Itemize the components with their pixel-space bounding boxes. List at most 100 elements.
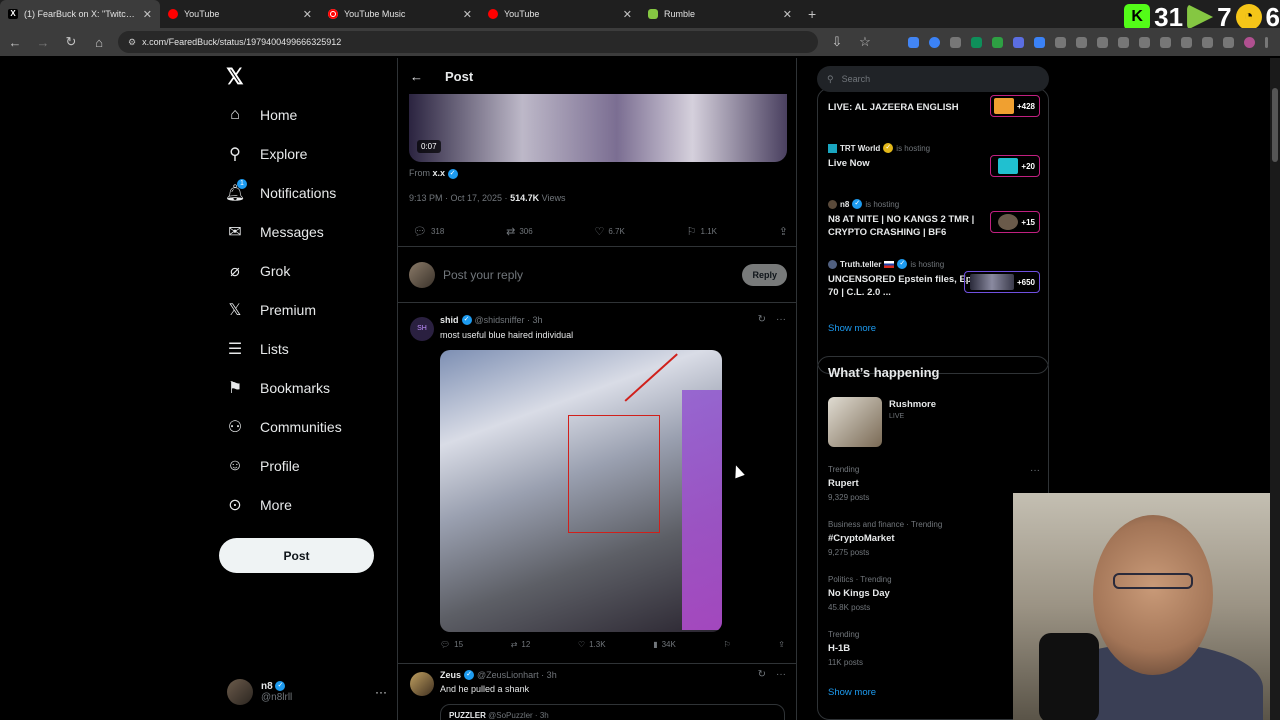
browser-tab-rumble[interactable]: Rumble ✕ bbox=[640, 0, 800, 28]
extension-icon[interactable] bbox=[1013, 36, 1024, 48]
from-name[interactable]: x.x bbox=[433, 168, 446, 178]
live-item[interactable]: n8 ✓ is hosting N8 AT NITE | NO KANGS 2 TM… bbox=[828, 199, 1040, 239]
scrollbar-thumb[interactable] bbox=[1272, 88, 1278, 162]
trend-item[interactable]: Business and finance · Trending #CryptoM… bbox=[828, 520, 1040, 557]
live-item[interactable]: TRT World ✓ is hosting Live Now +20 bbox=[828, 143, 1040, 177]
more-vert-icon[interactable] bbox=[1265, 36, 1268, 48]
post-button[interactable]: Post bbox=[219, 538, 374, 573]
live-item[interactable]: Truth.teller ✓ is hosting UNCENSORED Epste… bbox=[828, 259, 1040, 299]
nav-item-explore[interactable]: ⚲ Explore bbox=[226, 145, 307, 163]
extension-icon[interactable] bbox=[1076, 36, 1087, 48]
video-thumbnail[interactable]: 0:07 bbox=[409, 94, 787, 162]
back-icon[interactable]: ← bbox=[6, 35, 24, 50]
puzzle-icon[interactable] bbox=[1097, 36, 1108, 48]
nav-item-bookmarks[interactable]: ⚑ Bookmarks bbox=[226, 379, 330, 397]
author-handle[interactable]: @ZeusLionhart · 3h bbox=[477, 670, 557, 680]
like-action[interactable]: ♡ 1.3K bbox=[578, 640, 606, 649]
extension-icon[interactable] bbox=[1202, 36, 1213, 48]
close-icon[interactable]: ✕ bbox=[463, 8, 472, 21]
x-logo-icon[interactable]: 𝕏 bbox=[226, 64, 244, 90]
code-icon[interactable] bbox=[1160, 36, 1171, 48]
page-scrollbar[interactable] bbox=[1270, 58, 1280, 720]
share-action[interactable]: ⇪ bbox=[778, 640, 785, 649]
quoted-tweet[interactable]: PUZZLER @SoPuzzler · 3h bbox=[440, 704, 785, 720]
nav-item-lists[interactable]: ☰ Lists bbox=[226, 340, 289, 358]
back-arrow-icon[interactable]: ← bbox=[410, 69, 423, 84]
browser-tab-youtube-music[interactable]: YouTube Music ✕ bbox=[320, 0, 480, 28]
avatar[interactable] bbox=[410, 672, 434, 696]
show-more-link[interactable]: Show more bbox=[828, 687, 876, 698]
nav-item-messages[interactable]: ✉ Messages bbox=[226, 223, 324, 241]
grok-icon[interactable]: ↻ bbox=[758, 314, 766, 325]
extension-icon[interactable] bbox=[1034, 36, 1045, 48]
bookmark-action[interactable]: ⚐ 1.1K bbox=[687, 225, 717, 238]
nav-item-more[interactable]: ⊙ More bbox=[226, 496, 292, 514]
reply-tweet[interactable]: Zeus ✓ @ZeusLionhart · 3h ↻ ··· And he p… bbox=[398, 664, 796, 720]
browser-tab-youtube[interactable]: YouTube ✕ bbox=[160, 0, 320, 28]
nav-item-notifications[interactable]: 🔔︎ 1 Notifications bbox=[225, 179, 336, 202]
views-action[interactable]: ▮ 34K bbox=[653, 640, 676, 649]
author-name[interactable]: Zeus bbox=[440, 670, 461, 680]
more-horizontal-icon[interactable]: ··· bbox=[776, 314, 786, 325]
close-icon[interactable]: ✕ bbox=[303, 8, 312, 21]
close-icon[interactable]: ✕ bbox=[783, 8, 792, 21]
reply-button[interactable]: Reply bbox=[742, 263, 787, 286]
reload-icon[interactable]: ↻ bbox=[62, 34, 80, 50]
trend-item[interactable]: Trending H-1B 11K posts bbox=[828, 630, 1040, 667]
search-box[interactable]: ⚲ Search bbox=[817, 66, 1049, 92]
bookmark-action[interactable]: ⚐ bbox=[723, 640, 730, 649]
author-name[interactable]: shid bbox=[440, 315, 459, 325]
share-action[interactable]: ⇪ bbox=[779, 225, 788, 238]
nav-item-premium[interactable]: 𝕏 Premium bbox=[226, 301, 316, 319]
extension-icon[interactable] bbox=[1139, 36, 1150, 48]
extension-icon[interactable] bbox=[1055, 36, 1066, 48]
grok-icon[interactable]: ↻ bbox=[758, 669, 766, 680]
more-horizontal-icon[interactable]: ··· bbox=[776, 669, 786, 680]
live-item[interactable]: LIVE: AL JAZEERA ENGLISH +428 bbox=[828, 95, 1040, 117]
post-time[interactable]: 9:13 PM · Oct 17, 2025 · bbox=[409, 193, 508, 203]
tweet-image[interactable] bbox=[440, 350, 722, 632]
nav-item-communities[interactable]: ⚇ Communities bbox=[226, 418, 342, 436]
avatar[interactable]: SH bbox=[410, 317, 434, 341]
site-info-icon[interactable]: ⚙ bbox=[128, 37, 136, 48]
history-icon[interactable] bbox=[1118, 36, 1129, 48]
extension-icon[interactable] bbox=[950, 36, 961, 48]
browser-tab-x[interactable]: X (1) FearBuck on X: "Twitch strea ✕ bbox=[0, 0, 160, 28]
featured-image[interactable] bbox=[828, 397, 882, 447]
trend-item[interactable]: Politics · Trending No Kings Day 45.8K p… bbox=[828, 575, 1040, 612]
featured-name[interactable]: Rushmore bbox=[889, 399, 936, 410]
extension-icon[interactable] bbox=[992, 36, 1003, 48]
new-tab-button[interactable]: + bbox=[800, 6, 824, 22]
more-horizontal-icon[interactable]: ··· bbox=[1030, 465, 1040, 476]
nav-item-grok[interactable]: ⌀ Grok bbox=[226, 262, 290, 280]
reply-input[interactable]: Post your reply bbox=[443, 268, 734, 282]
trend-item[interactable]: Trending Rupert 9,329 posts ··· bbox=[828, 465, 1040, 502]
menu-icon[interactable] bbox=[1223, 36, 1234, 48]
close-icon[interactable]: ✕ bbox=[623, 8, 632, 21]
nav-item-home[interactable]: ⌂ Home bbox=[226, 106, 297, 124]
extension-icon[interactable] bbox=[908, 36, 919, 48]
extension-icon[interactable] bbox=[929, 36, 940, 48]
search-input[interactable]: Search bbox=[842, 74, 871, 84]
install-icon[interactable]: ⇩ bbox=[828, 34, 846, 50]
like-action[interactable]: ♡ 6.7K bbox=[595, 225, 625, 238]
reply-tweet[interactable]: SH shid ✓ @shidsniffer · 3h ↻ ··· most u… bbox=[398, 303, 796, 664]
account-switcher[interactable]: n8 ✓ @n8lrll ··· bbox=[227, 674, 387, 710]
show-more-link[interactable]: Show more bbox=[828, 323, 876, 334]
browser-tab-youtube-2[interactable]: YouTube ✕ bbox=[480, 0, 640, 28]
reply-action[interactable]: 💬︎ 15 bbox=[440, 640, 463, 649]
reply-action[interactable]: 💬︎ 318 bbox=[413, 225, 444, 238]
extension-icon[interactable] bbox=[1181, 36, 1192, 48]
profile-avatar-icon[interactable] bbox=[1244, 36, 1255, 48]
nav-item-profile[interactable]: ☺ Profile bbox=[226, 457, 300, 475]
close-icon[interactable]: ✕ bbox=[143, 8, 152, 21]
extension-icon[interactable] bbox=[971, 36, 982, 48]
repost-action[interactable]: ⇄ 306 bbox=[506, 225, 533, 238]
url-field[interactable]: ⚙ x.com/FearedBuck/status/19794004996663… bbox=[118, 31, 818, 53]
forward-icon[interactable]: → bbox=[34, 35, 52, 50]
star-icon[interactable]: ☆ bbox=[856, 34, 874, 50]
more-horizontal-icon[interactable]: ··· bbox=[375, 685, 387, 699]
home-button-icon[interactable]: ⌂ bbox=[90, 35, 108, 50]
author-handle[interactable]: @shidsniffer · 3h bbox=[475, 315, 543, 325]
repost-action[interactable]: ⇄ 12 bbox=[511, 640, 531, 649]
